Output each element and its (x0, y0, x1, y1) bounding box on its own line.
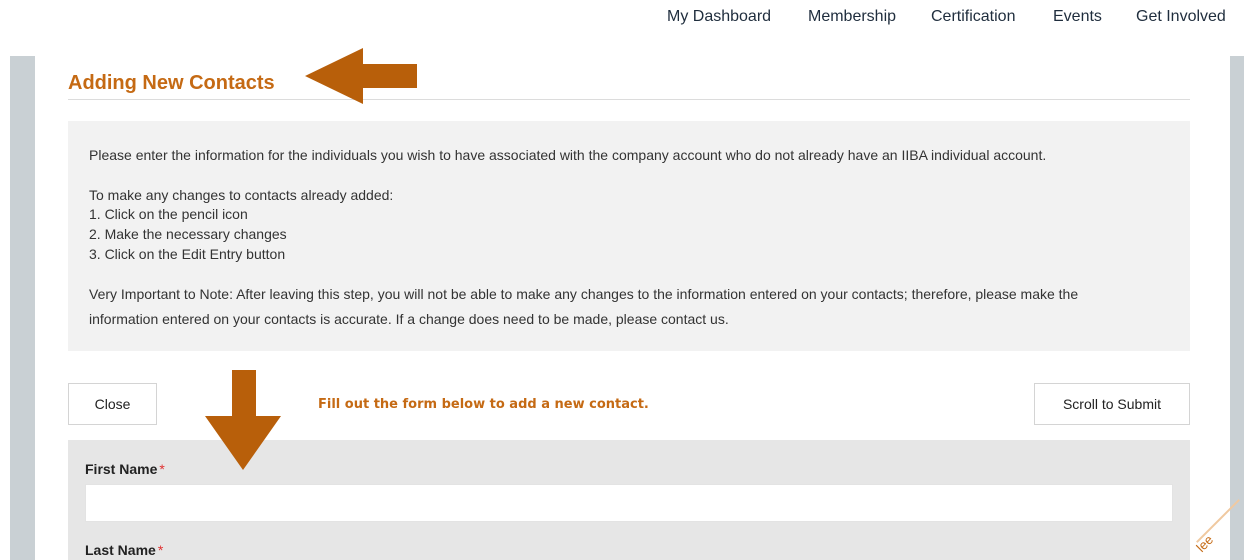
form-instruction-note: Fill out the form below to add a new con… (318, 397, 649, 412)
down-arrow-icon (205, 370, 281, 470)
left-arrow-icon (305, 48, 417, 104)
first-name-label: First Name * (85, 461, 165, 477)
scroll-to-submit-button[interactable]: Scroll to Submit (1034, 383, 1190, 425)
instructions-note: information entered on your contacts is … (89, 311, 729, 327)
nav-link-get-involved[interactable]: Get Involved (1136, 8, 1226, 26)
page-title: Adding New Contacts (68, 72, 275, 94)
corner-badge-text: lee (1193, 532, 1217, 555)
instructions-step: 2. Make the necessary changes (89, 226, 287, 242)
last-name-label-text: Last Name (85, 542, 156, 558)
top-navigation: My Dashboard Membership Certification Ev… (0, 0, 1244, 38)
first-name-label-text: First Name (85, 461, 158, 477)
instructions-panel: Please enter the information for the ind… (68, 121, 1190, 351)
right-side-bar (1230, 56, 1244, 560)
nav-link-membership[interactable]: Membership (808, 8, 896, 26)
close-button[interactable]: Close (68, 383, 157, 425)
left-side-bar (10, 56, 35, 560)
instructions-changes-heading: To make any changes to contacts already … (89, 187, 394, 203)
nav-link-events[interactable]: Events (1053, 8, 1102, 26)
title-divider (68, 99, 1190, 100)
required-mark: * (159, 461, 165, 477)
first-name-input[interactable] (85, 484, 1173, 522)
nav-link-certification[interactable]: Certification (931, 8, 1015, 26)
instructions-step: 1. Click on the pencil icon (89, 206, 248, 222)
last-name-label: Last Name * (85, 542, 163, 558)
instructions-intro: Please enter the information for the ind… (89, 147, 1047, 163)
required-mark: * (157, 542, 164, 558)
instructions-note: Very Important to Note: After leaving th… (89, 286, 1079, 302)
nav-link-my-dashboard[interactable]: My Dashboard (667, 8, 771, 26)
instructions-step: 3. Click on the Edit Entry button (89, 246, 286, 262)
